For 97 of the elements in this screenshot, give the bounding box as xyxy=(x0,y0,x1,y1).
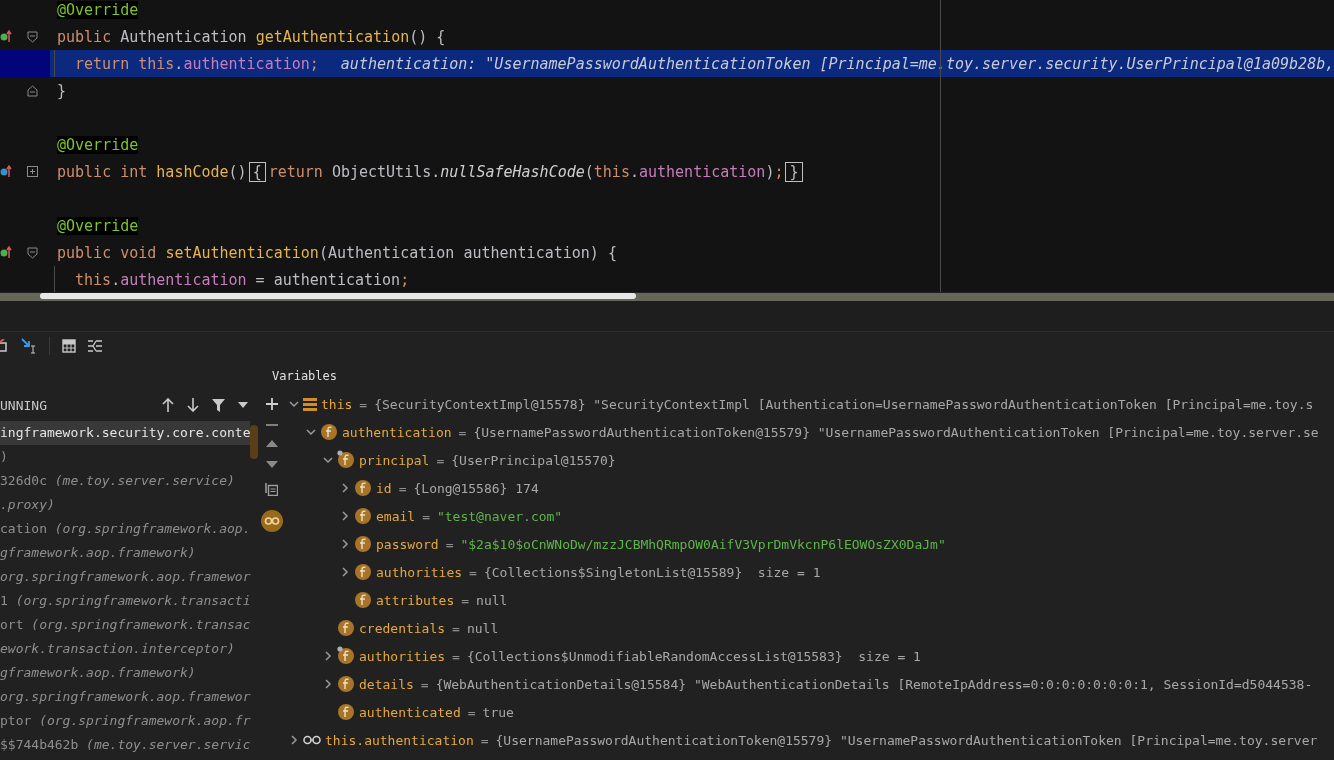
glasses-icon xyxy=(303,735,321,745)
fold-icon[interactable] xyxy=(27,31,38,43)
variable-value: {UsernamePasswordAuthenticationToken@15579} "UsernamePasswordAuthenticationToken [Principal=me.toy.server.se xyxy=(473,424,1319,440)
stack-frame[interactable]: org.springframework.aop.framewor xyxy=(0,685,250,709)
code-line: public Authentication getAuthentication() { xyxy=(57,27,446,46)
equals-sign: = xyxy=(436,452,445,468)
variable-name: principal xyxy=(359,452,430,468)
equals-sign: = xyxy=(467,704,476,720)
equals-sign: = xyxy=(480,732,489,748)
code-line: this.authentication = authentication; xyxy=(75,270,410,289)
chevron-icon[interactable] xyxy=(323,455,333,465)
chevron-icon[interactable] xyxy=(306,427,316,437)
equals-sign: = xyxy=(398,480,407,496)
variable-name: email xyxy=(376,508,416,524)
variable-value: {Long@15586} 174 xyxy=(413,480,539,496)
variable-name: authenticated xyxy=(359,704,461,720)
stack-frame[interactable]: ort (org.springframework.transac xyxy=(0,613,250,637)
expand-icon[interactable] xyxy=(27,166,38,177)
equals-sign: = xyxy=(422,508,430,524)
equals-sign: = xyxy=(420,676,429,692)
variable-name: attributes xyxy=(376,592,455,608)
equals-sign: = xyxy=(461,592,470,608)
stack-frame[interactable]: .proxy) xyxy=(0,493,250,517)
fold-icon[interactable] xyxy=(27,247,38,259)
chevron-icon[interactable] xyxy=(323,679,333,689)
glasses-icon[interactable] xyxy=(260,510,283,532)
override-marker-icon[interactable] xyxy=(0,245,12,259)
override-marker-icon[interactable] xyxy=(0,164,12,178)
code-line: return this.authentication; xyxy=(75,54,319,73)
stack-icon xyxy=(303,397,317,411)
variable-name: authorities xyxy=(359,648,446,664)
variable-name: authorities xyxy=(376,564,463,580)
variable-value: {Collections$SingletonList@15589} size = 1 xyxy=(483,564,821,580)
chevron-icon[interactable] xyxy=(340,511,350,521)
stack-frame[interactable]: $$744b462b (me.toy.server.servic xyxy=(0,733,250,757)
stack-frame[interactable]: ework.transaction.interceptor) xyxy=(0,637,250,661)
stack-frame[interactable]: ) xyxy=(0,445,250,469)
inline-value-hint: authentication: "UsernamePasswordAuthenticationToken [Principal=me.toy.server.security.UserPrincipal@1a09b28b, xyxy=(340,54,1334,73)
stack-frame[interactable]: 1 (org.springframework.transacti xyxy=(0,589,250,613)
equals-sign: = xyxy=(452,648,460,664)
equals-sign: = xyxy=(452,620,460,636)
code-line: public void setAuthentication(Authentication authentication) { xyxy=(57,243,617,262)
variable-value: true xyxy=(482,704,514,720)
variable-value: {WebAuthenticationDetails@15584} "WebAuthenticationDetails [RemoteIpAddress=0:0:0:0:0:0:0:1, SessionId=d5044538- xyxy=(435,676,1313,692)
panel-title: Variables xyxy=(271,368,339,385)
chevron-icon[interactable] xyxy=(340,483,350,493)
variable-name: credentials xyxy=(359,620,446,636)
variable-value: {UserPrincipal@15570} xyxy=(451,452,616,468)
equals-sign: = xyxy=(359,396,368,412)
variable-name: password xyxy=(376,536,439,552)
dropdown-icon[interactable] xyxy=(238,402,248,408)
fold-icon[interactable] xyxy=(27,85,38,97)
chevron-icon[interactable] xyxy=(323,651,333,661)
up-arrow-icon[interactable] xyxy=(162,398,174,412)
table-icon[interactable] xyxy=(62,338,76,353)
add-icon[interactable] xyxy=(265,398,278,410)
variable-name: id xyxy=(376,480,392,496)
list-icon[interactable] xyxy=(88,339,102,352)
chevron-icon[interactable] xyxy=(289,399,299,409)
stack-frame[interactable]: gframework.aop.framework) xyxy=(0,661,250,685)
code-line: } xyxy=(57,81,67,100)
variable-value: null xyxy=(466,620,499,636)
filter-icon[interactable] xyxy=(212,398,225,412)
down-arrow-icon[interactable] xyxy=(187,398,199,412)
chevron-icon[interactable] xyxy=(340,539,350,549)
stack-frame[interactable]: org.springframework.aop.framewor xyxy=(0,565,250,589)
equals-sign: = xyxy=(445,536,454,552)
variable-name: this.authentication xyxy=(325,732,474,748)
stack-frame[interactable]: cation (org.springframework.aop. xyxy=(0,517,250,541)
copy-icon[interactable] xyxy=(265,482,278,496)
variable-value: "test@naver.com" xyxy=(436,508,563,524)
variable-value: {Collections$UnmodifiableRandomAccessList@15583} size = 1 xyxy=(466,648,921,664)
equals-sign: = xyxy=(469,564,477,580)
move-up-icon[interactable] xyxy=(265,440,278,447)
variable-value: "$2a$10$oCnWNoDw/mzzJCBMhQRmpOW0AifV3VprDmVkcnP6lEOWOsZX0DaJm" xyxy=(460,536,946,552)
scrollbar-thumb[interactable] xyxy=(40,293,636,299)
variable-value: {UsernamePasswordAuthenticationToken@15579} "UsernamePasswordAuthenticationToken [Principal=me.toy.server xyxy=(495,732,1318,748)
variable-name: details xyxy=(359,676,414,692)
variable-name: authentication xyxy=(342,424,452,440)
run-to-cursor-icon[interactable] xyxy=(21,337,37,354)
override-marker-icon[interactable] xyxy=(0,29,12,43)
code-line: public int hashCode() { return ObjectUtils.nullSafeHashCode(this.authentication); } xyxy=(57,162,806,181)
chevron-icon[interactable] xyxy=(340,567,350,577)
variable-value: null xyxy=(476,592,508,608)
scrollbar-thumb[interactable] xyxy=(250,425,258,459)
move-down-icon[interactable] xyxy=(265,461,278,468)
stack-frame[interactable]: gframework.aop.framework) xyxy=(0,541,250,565)
equals-sign: = xyxy=(458,424,467,440)
thread-status: UNNING xyxy=(0,397,47,413)
stack-frame[interactable]: ptor (org.springframework.aop.fr xyxy=(0,709,250,733)
execution-line-gutter xyxy=(0,50,50,77)
stack-frame[interactable]: 326d0c (me.toy.server.service) xyxy=(0,469,250,493)
restore-icon[interactable] xyxy=(0,338,9,353)
variable-value: {SecurityContextImpl@15578} "SecurityContextImpl [Authentication=UsernamePasswordAuthenticationToken [Principal=me.toy.s xyxy=(374,396,1314,412)
variable-name: this xyxy=(321,396,353,412)
chevron-icon[interactable] xyxy=(289,735,299,745)
stack-frame[interactable]: ingframework.security.core.conte xyxy=(0,421,250,445)
